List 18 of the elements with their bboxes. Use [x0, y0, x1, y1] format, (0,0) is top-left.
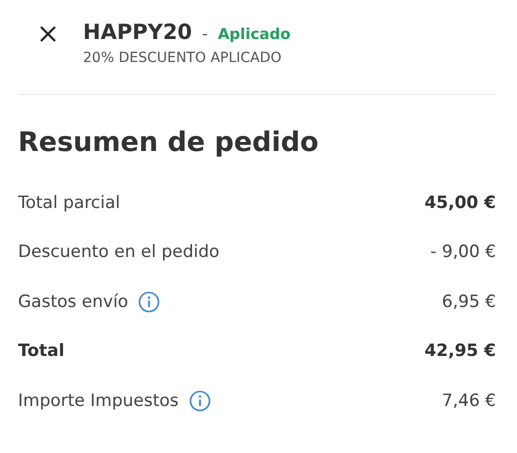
- row-label: Total: [18, 341, 64, 362]
- row-value: 6,95 €: [442, 292, 496, 312]
- row-label: Total parcial: [18, 192, 120, 213]
- row-label: Descuento en el pedido: [18, 242, 220, 262]
- summary-title: Resumen de pedido: [18, 127, 320, 158]
- info-icon[interactable]: [138, 290, 160, 313]
- coupon-description: 20% DESCUENTO APLICADO: [83, 50, 283, 66]
- close-icon[interactable]: [39, 25, 57, 43]
- row-label: Gastos envío: [18, 292, 128, 312]
- info-icon[interactable]: [188, 390, 211, 412]
- coupon-code: HAPPY20: [83, 20, 192, 44]
- row-value: 7,46 €: [442, 390, 496, 411]
- row-value: 42,95 €: [424, 341, 496, 362]
- row-label: Importe Impuestos: [18, 390, 179, 411]
- separator-text: -: [202, 24, 208, 43]
- row-value: - 9,00 €: [430, 242, 496, 262]
- coupon-status: Aplicado: [218, 25, 291, 43]
- row-value: 45,00 €: [424, 192, 496, 213]
